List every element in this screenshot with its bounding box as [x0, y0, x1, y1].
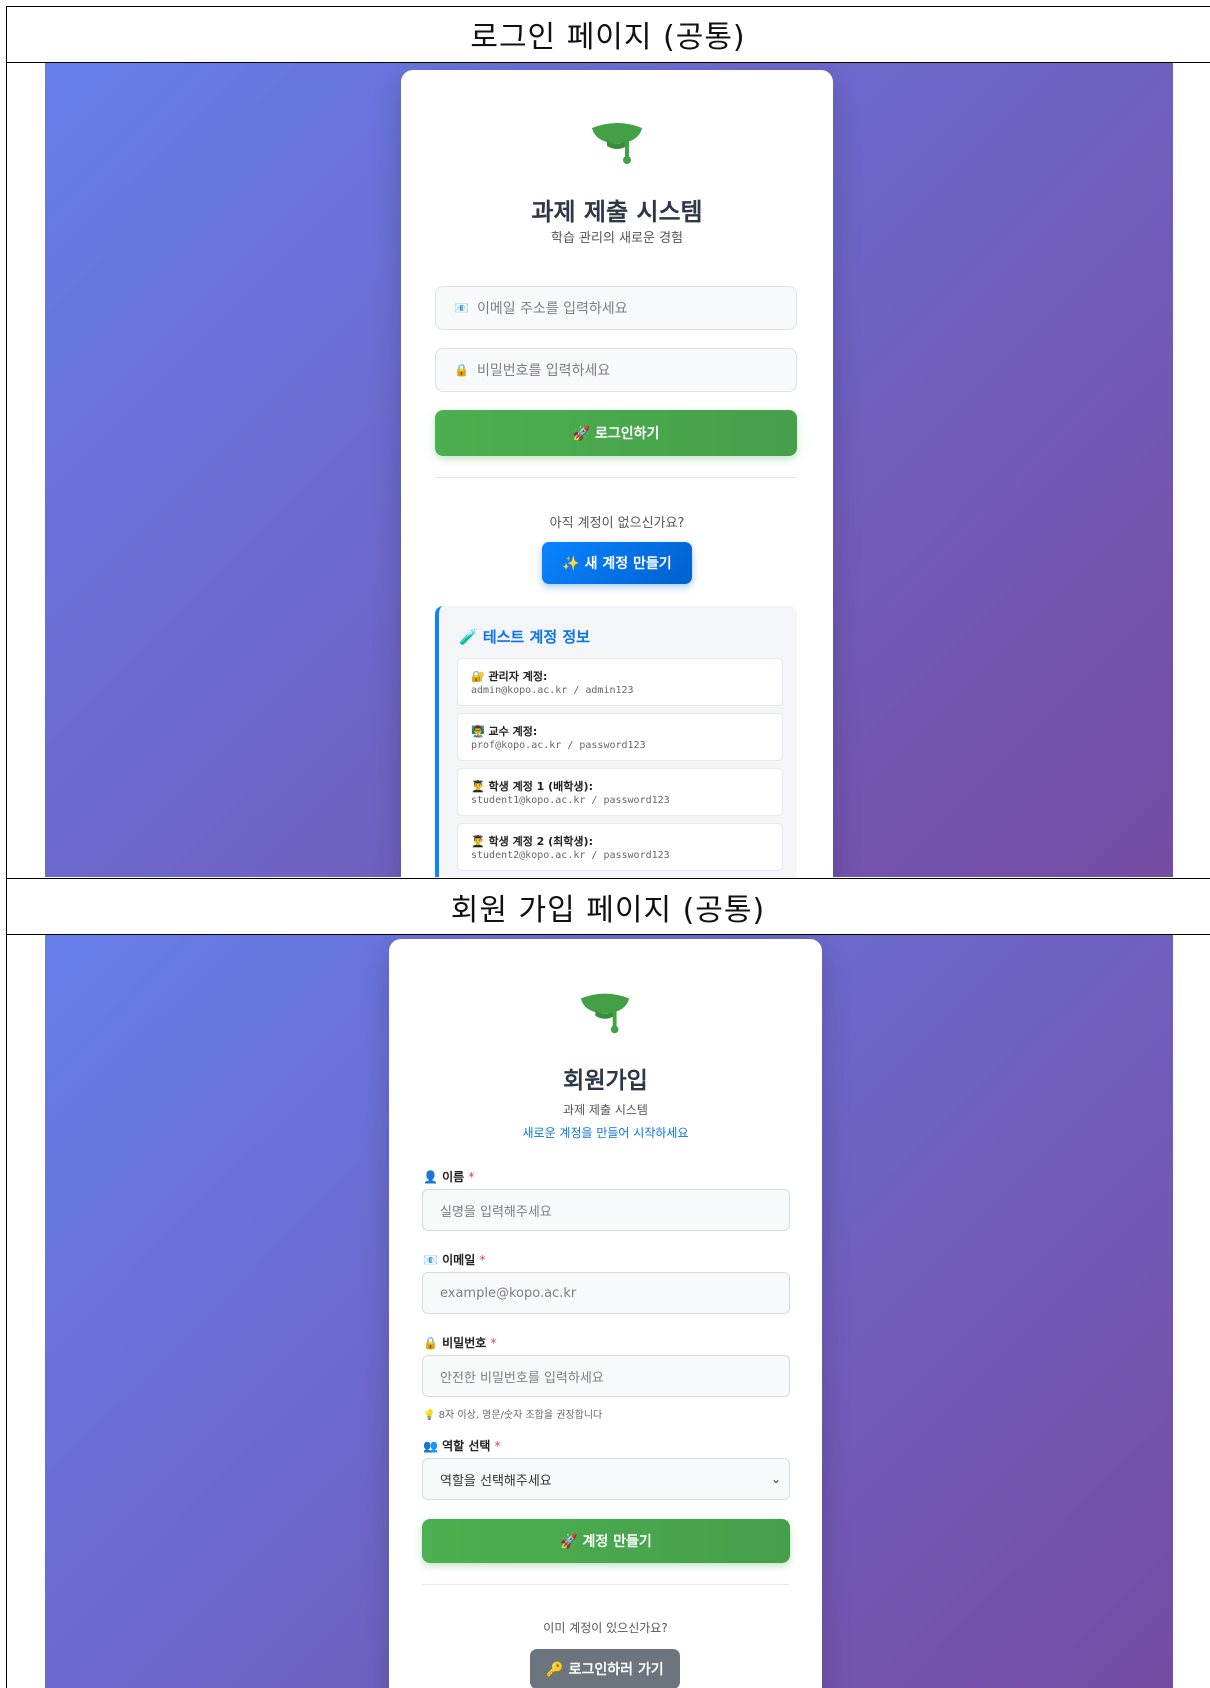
- page-title: 회원가입: [563, 1068, 648, 1094]
- page-subtitle: 과제 제출 시스템: [563, 1103, 648, 1117]
- email-input[interactable]: example@kopo.ac.kr: [422, 1272, 790, 1314]
- login-background: 과제 제출 시스템 학습 관리의 새로운 경험 📧 이메일 주소를 입력하세요 …: [45, 63, 1173, 877]
- lock-icon: 🔒: [454, 363, 469, 377]
- test-account-student2: 👨‍🎓 학생 계정 2 (최학생): student2@kopo.ac.kr /…: [457, 823, 783, 871]
- signup-background: 회원가입 과제 제출 시스템 새로운 계정을 만들어 시작하세요 👤 이름 * …: [45, 935, 1173, 1688]
- email-icon: 📧: [454, 301, 469, 315]
- account-label: 👨‍🎓 학생 계정 1 (배학생):: [471, 780, 593, 793]
- password-hint: 💡 8자 이상, 영문/숫자 조합을 권장합니다: [423, 1410, 603, 1421]
- create-account-button[interactable]: 🚀 계정 만들기: [422, 1519, 790, 1563]
- password-input[interactable]: 안전한 비밀번호를 입력하세요: [422, 1355, 790, 1397]
- chevron-down-icon: ⌄: [770, 1472, 781, 1486]
- role-label-text: 👥 역할 선택: [423, 1439, 491, 1453]
- email-input[interactable]: 📧 이메일 주소를 입력하세요: [435, 286, 797, 330]
- account-label: 👨‍🏫 교수 계정:: [471, 725, 538, 738]
- signup-section-heading: 회원 가입 페이지 (공통): [6, 878, 1210, 935]
- required-mark: *: [494, 1439, 501, 1453]
- test-accounts-panel: 🧪 테스트 계정 정보 🔐 관리자 계정: admin@kopo.ac.kr /…: [435, 606, 797, 877]
- no-account-text: 아직 계정이 없으신가요?: [549, 516, 685, 531]
- email-label: 📧 이메일 *: [423, 1251, 485, 1268]
- name-input[interactable]: 실명을 입력해주세요: [422, 1189, 790, 1231]
- login-section-heading: 로그인 페이지 (공통): [6, 6, 1210, 63]
- graduation-cap-icon: [592, 123, 642, 164]
- page-title: 과제 제출 시스템: [531, 198, 703, 226]
- password-label: 🔒 비밀번호 *: [423, 1334, 496, 1351]
- login-card: 과제 제출 시스템 학습 관리의 새로운 경험 📧 이메일 주소를 입력하세요 …: [401, 70, 833, 877]
- test-account-professor: 👨‍🏫 교수 계정: prof@kopo.ac.kr / password123: [457, 713, 783, 761]
- have-account-text: 이미 계정이 있으신가요?: [543, 1621, 668, 1635]
- test-account-admin: 🔐 관리자 계정: admin@kopo.ac.kr / admin123: [457, 658, 783, 706]
- account-credentials: student2@kopo.ac.kr / password123: [471, 850, 670, 861]
- name-label: 👤 이름 *: [423, 1168, 474, 1185]
- email-label-text: 📧 이메일: [423, 1253, 476, 1267]
- divider: [422, 1584, 790, 1585]
- role-select[interactable]: 역할을 선택해주세요 ⌄: [422, 1458, 790, 1500]
- page-subtitle: 학습 관리의 새로운 경험: [551, 231, 683, 246]
- graduation-cap-icon: [580, 993, 630, 1034]
- required-mark: *: [468, 1170, 475, 1184]
- role-select-value: 역할을 선택해주세요: [440, 1473, 552, 1489]
- test-account-student1: 👨‍🎓 학생 계정 1 (배학생): student1@kopo.ac.kr /…: [457, 768, 783, 816]
- required-mark: *: [490, 1336, 497, 1350]
- role-label: 👥 역할 선택 *: [423, 1437, 501, 1454]
- create-account-button[interactable]: ✨ 새 계정 만들기: [542, 542, 692, 584]
- password-placeholder: 비밀번호를 입력하세요: [476, 363, 611, 379]
- email-placeholder: 이메일 주소를 입력하세요: [476, 301, 628, 317]
- password-label-text: 🔒 비밀번호: [423, 1336, 487, 1350]
- page-tagline: 새로운 계정을 만들어 시작하세요: [522, 1126, 689, 1140]
- divider: [435, 477, 797, 478]
- login-button[interactable]: 🚀 로그인하기: [435, 410, 797, 456]
- name-label-text: 👤 이름: [423, 1170, 465, 1184]
- account-credentials: prof@kopo.ac.kr / password123: [471, 740, 646, 751]
- account-credentials: student1@kopo.ac.kr / password123: [471, 795, 670, 806]
- go-login-button[interactable]: 🔑 로그인하러 가기: [530, 1649, 680, 1688]
- account-credentials: admin@kopo.ac.kr / admin123: [471, 685, 634, 696]
- required-mark: *: [479, 1253, 486, 1267]
- signup-card: 회원가입 과제 제출 시스템 새로운 계정을 만들어 시작하세요 👤 이름 * …: [389, 939, 822, 1688]
- account-label: 🔐 관리자 계정:: [471, 670, 548, 683]
- account-label: 👨‍🎓 학생 계정 2 (최학생):: [471, 835, 593, 848]
- password-input[interactable]: 🔒 비밀번호를 입력하세요: [435, 348, 797, 392]
- test-accounts-title: 🧪 테스트 계정 정보: [459, 628, 590, 646]
